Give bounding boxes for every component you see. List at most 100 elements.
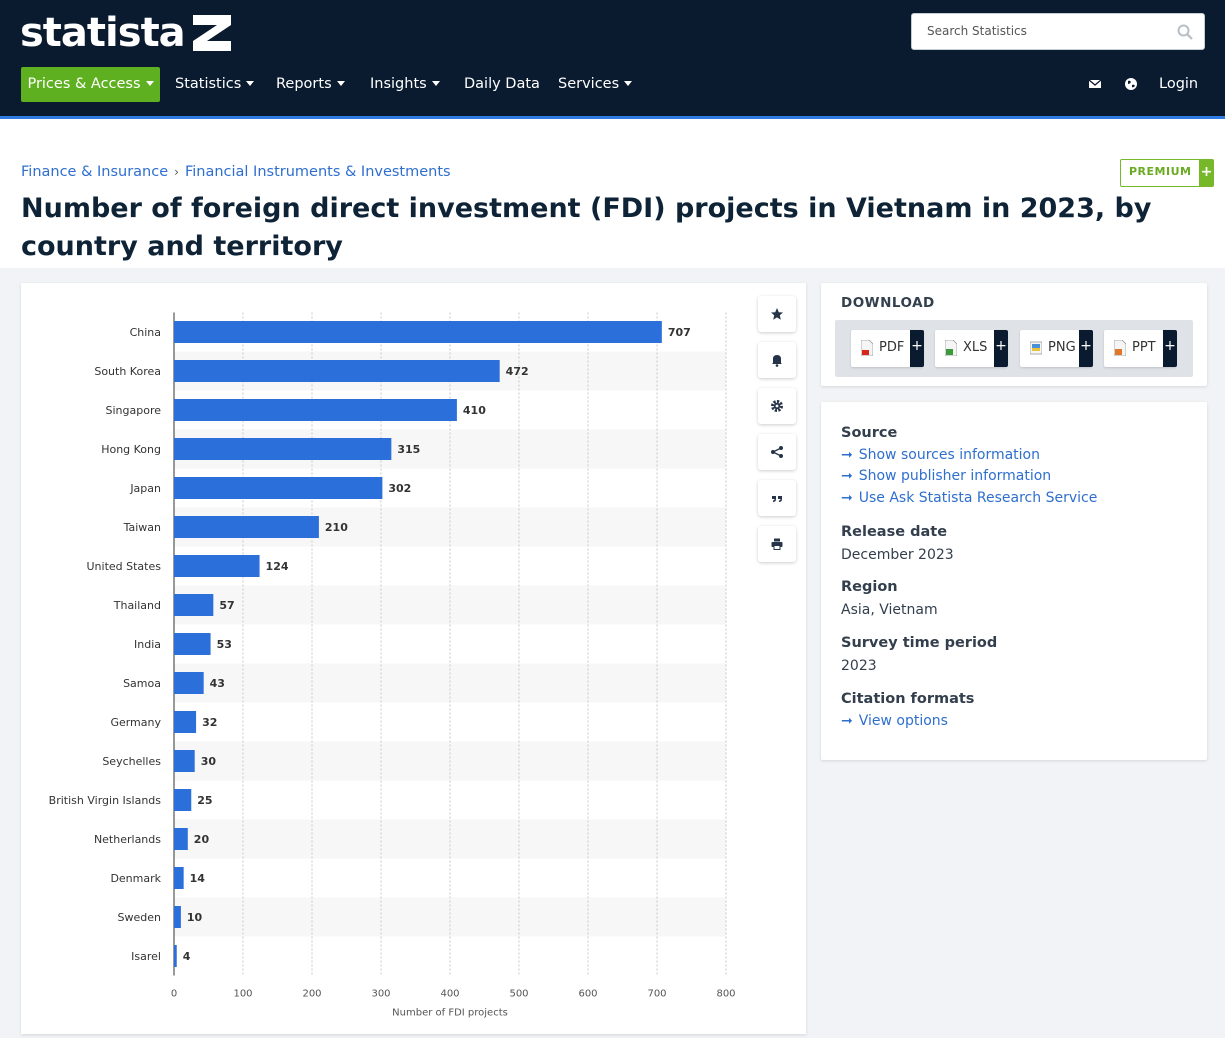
category-label: Hong Kong xyxy=(101,443,161,456)
breadcrumb-separator: › xyxy=(174,165,179,179)
favorite-button[interactable] xyxy=(758,296,796,332)
survey-period-value: 2023 xyxy=(841,658,877,674)
breadcrumb-item[interactable]: Financial Instruments & Investments xyxy=(185,164,451,180)
bar xyxy=(174,321,662,343)
plus-icon: + xyxy=(1079,330,1093,367)
search-box[interactable] xyxy=(911,13,1205,50)
bar xyxy=(174,867,184,889)
show-publisher-link[interactable]: ➞ Show publisher information xyxy=(841,468,1051,484)
download-xls-button[interactable]: XLS + xyxy=(935,330,1008,367)
download-buttons: PDF + XLS + PNG + PPT + xyxy=(835,320,1193,377)
show-sources-link[interactable]: ➞ Show sources information xyxy=(841,447,1040,463)
category-label: Isarel xyxy=(131,950,161,963)
data-label: 53 xyxy=(217,638,232,651)
download-card: DOWNLOAD PDF + XLS + PNG + PPT + xyxy=(821,283,1207,386)
view-options-link[interactable]: ➞ View options xyxy=(841,713,948,729)
x-tick-label: 300 xyxy=(371,989,390,1000)
bar xyxy=(174,438,392,460)
nav-statistics[interactable]: Statistics xyxy=(175,67,255,102)
nav-statistics-label: Statistics xyxy=(175,76,242,92)
page-title: Number of foreign direct investment (FDI… xyxy=(21,193,1152,262)
share-icon xyxy=(771,446,783,458)
bar xyxy=(174,828,188,850)
research-service-link[interactable]: ➞ Use Ask Statista Research Service xyxy=(841,490,1097,506)
png-file-icon xyxy=(1030,341,1042,355)
download-png-button[interactable]: PNG + xyxy=(1020,330,1093,367)
category-label: Thailand xyxy=(113,599,161,612)
category-label: Taiwan xyxy=(123,521,161,534)
x-tick-label: 100 xyxy=(233,989,252,1000)
cite-button[interactable] xyxy=(758,480,796,516)
nav-insights[interactable]: Insights xyxy=(370,67,440,102)
pdf-file-icon xyxy=(861,340,873,356)
data-label: 14 xyxy=(190,872,206,885)
download-pdf-button[interactable]: PDF + xyxy=(851,330,924,367)
star-icon xyxy=(771,308,783,320)
show-sources-label: Show sources information xyxy=(858,447,1040,463)
bell-icon xyxy=(772,355,782,367)
data-label: 315 xyxy=(397,443,420,456)
data-label: 410 xyxy=(463,404,486,417)
search-icon[interactable] xyxy=(1177,24,1193,40)
nav-daily-data[interactable]: Daily Data xyxy=(464,67,540,102)
breadcrumb-item[interactable]: Finance & Insurance xyxy=(21,164,168,180)
data-label: 30 xyxy=(201,755,217,768)
data-label: 57 xyxy=(219,599,234,612)
ppt-file-icon xyxy=(1114,340,1126,356)
x-tick-label: 500 xyxy=(509,989,528,1000)
show-publisher-label: Show publisher information xyxy=(858,468,1052,484)
arrow-right-icon: ➞ xyxy=(841,713,853,729)
notification-button[interactable] xyxy=(758,342,796,378)
data-label: 32 xyxy=(202,716,217,729)
download-ppt-label: PPT xyxy=(1132,340,1156,355)
data-label: 10 xyxy=(187,911,203,924)
data-label: 25 xyxy=(197,794,212,807)
nav-prices-access-label: Prices & Access xyxy=(27,76,141,92)
main-nav: Prices & Access Statistics Reports Insig… xyxy=(0,67,1225,102)
citation-formats-heading: Citation formats xyxy=(841,691,975,707)
release-date-value: December 2023 xyxy=(841,547,954,563)
nav-login[interactable]: Login xyxy=(1159,67,1198,102)
nav-services[interactable]: Services xyxy=(558,67,633,102)
premium-badge[interactable]: PREMIUM + xyxy=(1120,159,1215,187)
category-label: India xyxy=(134,638,161,651)
arrow-right-icon: ➞ xyxy=(841,468,853,484)
x-tick-label: 400 xyxy=(440,989,459,1000)
category-label: Singapore xyxy=(106,404,162,417)
globe-icon[interactable] xyxy=(1124,77,1138,91)
statistic-info-card: Source ➞ Show sources information ➞ Show p… xyxy=(821,402,1207,760)
research-service-label: Use Ask Statista Research Service xyxy=(858,490,1098,506)
settings-button[interactable] xyxy=(758,388,796,424)
x-tick-label: 200 xyxy=(302,989,321,1000)
nav-reports[interactable]: Reports xyxy=(276,67,345,102)
release-date-heading: Release date xyxy=(841,524,948,540)
data-label: 302 xyxy=(388,482,411,495)
bar xyxy=(174,750,195,772)
print-button[interactable] xyxy=(758,526,796,562)
bar xyxy=(174,633,211,655)
download-png-label: PNG xyxy=(1048,340,1076,355)
bar xyxy=(174,399,457,421)
download-ppt-button[interactable]: PPT + xyxy=(1104,330,1177,367)
arrow-right-icon: ➞ xyxy=(841,447,853,463)
bar xyxy=(174,672,204,694)
category-label: Sweden xyxy=(118,911,161,924)
plus-icon: + xyxy=(1163,330,1177,367)
statista-logo-mark-icon xyxy=(192,15,231,51)
search-input[interactable] xyxy=(925,23,1169,39)
category-label: China xyxy=(130,326,161,339)
chevron-down-icon xyxy=(145,80,154,86)
data-label: 4 xyxy=(183,950,191,963)
data-label: 472 xyxy=(506,365,529,378)
chevron-down-icon xyxy=(624,80,633,86)
share-button[interactable] xyxy=(758,434,796,470)
x-tick-label: 0 xyxy=(171,989,177,1000)
category-label: Seychelles xyxy=(102,755,161,768)
premium-label: PREMIUM xyxy=(1129,165,1192,178)
mail-icon[interactable] xyxy=(1088,77,1102,91)
statista-logo[interactable]: statista xyxy=(20,10,231,56)
nav-prices-access[interactable]: Prices & Access xyxy=(21,67,160,102)
survey-period-heading: Survey time period xyxy=(841,635,998,651)
xls-file-icon xyxy=(945,340,957,356)
logo-text: statista xyxy=(20,10,186,56)
